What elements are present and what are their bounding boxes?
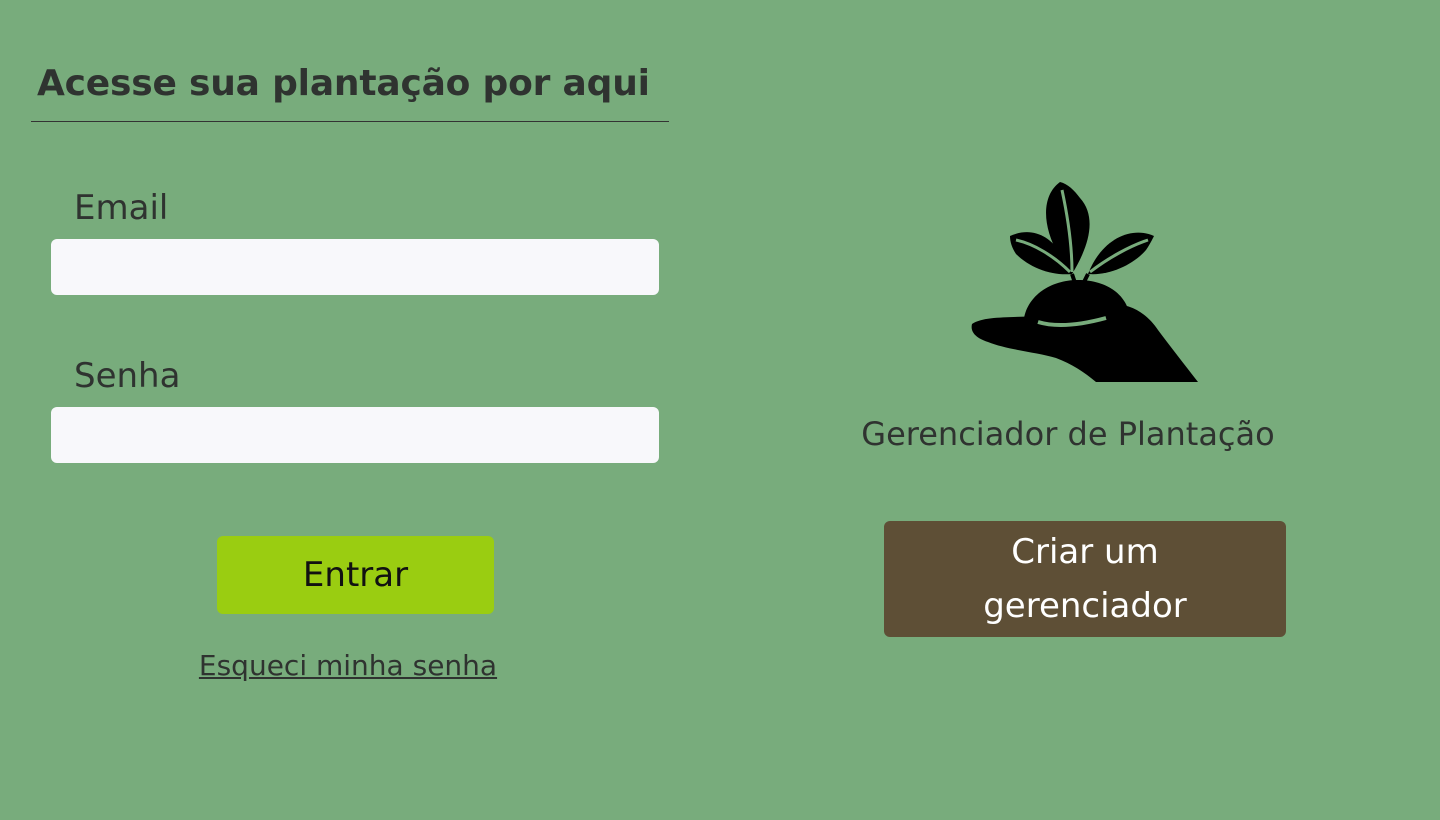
create-manager-button[interactable]: Criar um gerenciador bbox=[884, 521, 1286, 637]
hand-holding-plant-icon bbox=[968, 178, 1200, 384]
email-label: Email bbox=[74, 188, 169, 228]
login-page: Acesse sua plantação por aqui Email Senh… bbox=[0, 0, 1440, 820]
password-field[interactable] bbox=[51, 407, 659, 463]
app-title: Gerenciador de Plantação bbox=[861, 415, 1275, 453]
forgot-password-link[interactable]: Esqueci minha senha bbox=[188, 646, 508, 686]
password-label: Senha bbox=[74, 356, 181, 396]
login-button[interactable]: Entrar bbox=[217, 536, 494, 614]
login-heading: Acesse sua plantação por aqui bbox=[31, 56, 669, 122]
email-field[interactable] bbox=[51, 239, 659, 295]
